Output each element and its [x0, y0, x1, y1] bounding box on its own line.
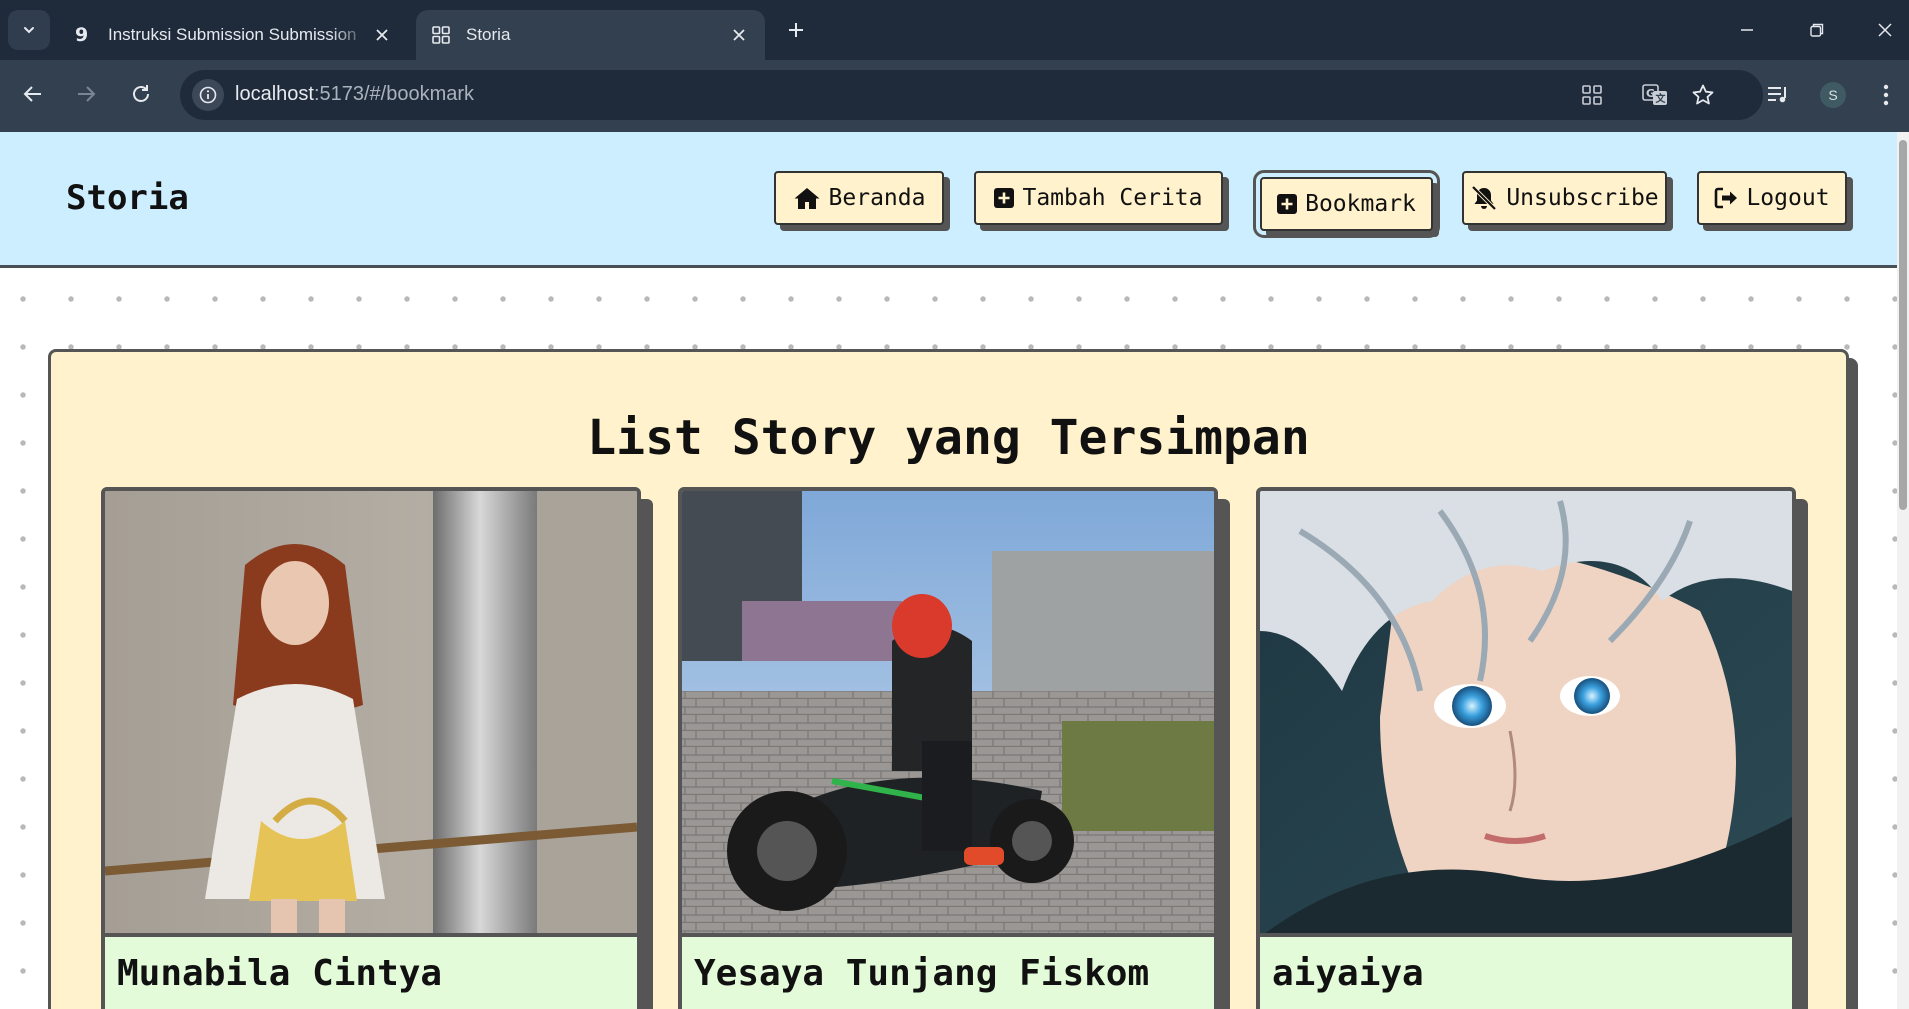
tab-title: Instruksi Submission Submission [108, 25, 357, 44]
minimize-icon [1741, 29, 1753, 31]
nav-unsubscribe-button[interactable]: Unsubscribe [1462, 171, 1667, 225]
site-brand[interactable]: Storia [66, 178, 189, 218]
url-text[interactable]: localhost:5173/#/bookmark [235, 83, 474, 106]
info-icon [199, 86, 217, 104]
scrollbar-thumb[interactable] [1899, 140, 1907, 510]
bookmark-star-icon[interactable] [1685, 77, 1721, 113]
story-author-name: Yesaya Tunjang Fiskom [694, 953, 1150, 994]
logout-icon [1715, 187, 1738, 209]
media-playlist-icon[interactable] [1760, 77, 1796, 113]
story-photo[interactable] [682, 491, 1214, 937]
reload-icon [133, 85, 149, 102]
nav-label: Unsubscribe [1506, 185, 1659, 211]
svg-text:9: 9 [75, 24, 88, 46]
url-host: localhost [235, 83, 314, 105]
site-header: Storia Beranda Tambah Cerita Bookmark Un… [0, 132, 1897, 268]
close-icon[interactable] [727, 23, 751, 47]
arrow-right-icon [78, 86, 96, 102]
nav-label: Logout [1746, 185, 1830, 211]
arrow-left-icon [23, 86, 41, 102]
page-title: List Story yang Tersimpan [587, 410, 1310, 466]
nav-beranda-button[interactable]: Beranda [774, 171, 944, 225]
minimize-button[interactable] [1722, 10, 1772, 50]
reload-button[interactable] [123, 76, 159, 112]
restore-icon [1810, 23, 1824, 37]
browser-tab-storia[interactable]: Storia [416, 10, 765, 60]
story-card[interactable]: Munabila Cintya [101, 487, 641, 1009]
apps-icon[interactable] [1574, 77, 1610, 113]
new-tab-button[interactable] [780, 14, 812, 46]
nav-logout-button[interactable]: Logout [1697, 171, 1847, 225]
bell-slash-icon [1471, 185, 1497, 211]
nav-label: Beranda [828, 185, 926, 211]
restore-button[interactable] [1792, 10, 1842, 50]
close-window-button[interactable] [1860, 10, 1909, 50]
svg-text:文: 文 [1656, 92, 1667, 105]
translate-icon[interactable]: G文 [1637, 77, 1673, 113]
nav-tambah-cerita-button[interactable]: Tambah Cerita [974, 171, 1223, 225]
story-author-name: aiyaiya [1272, 953, 1424, 994]
page-viewport: Storia Beranda Tambah Cerita Bookmark Un… [0, 132, 1897, 1009]
close-icon[interactable] [370, 23, 394, 47]
close-icon [1878, 23, 1892, 37]
tab-search-button[interactable] [8, 10, 50, 50]
story-author-name: Munabila Cintya [117, 953, 443, 994]
url-path: :5173/#/bookmark [313, 83, 475, 105]
dicoding-icon: 9 [72, 24, 94, 46]
site-info-button[interactable] [192, 79, 224, 111]
plus-icon [789, 23, 803, 37]
nav-bookmark-button[interactable]: Bookmark [1253, 170, 1440, 238]
back-button[interactable] [15, 76, 51, 112]
tab-title: Storia [466, 25, 511, 44]
story-photo[interactable] [1260, 491, 1792, 937]
story-card[interactable]: aiyaiya [1256, 487, 1796, 1009]
more-menu-icon[interactable] [1868, 77, 1904, 113]
story-photo[interactable] [105, 491, 637, 937]
home-icon [794, 188, 820, 209]
grid-icon [430, 24, 452, 46]
story-card[interactable]: Yesaya Tunjang Fiskom [678, 487, 1218, 1009]
browser-tab-instruksi[interactable]: 9 Instruksi Submission Submission [58, 10, 408, 60]
plus-square-icon [994, 188, 1015, 208]
profile-avatar[interactable]: S [1820, 82, 1846, 108]
nav-label: Bookmark [1305, 191, 1416, 217]
nav-label: Tambah Cerita [1022, 185, 1203, 211]
plus-square-icon [1277, 194, 1298, 214]
chevron-down-icon [24, 27, 34, 34]
forward-button[interactable] [68, 76, 104, 112]
